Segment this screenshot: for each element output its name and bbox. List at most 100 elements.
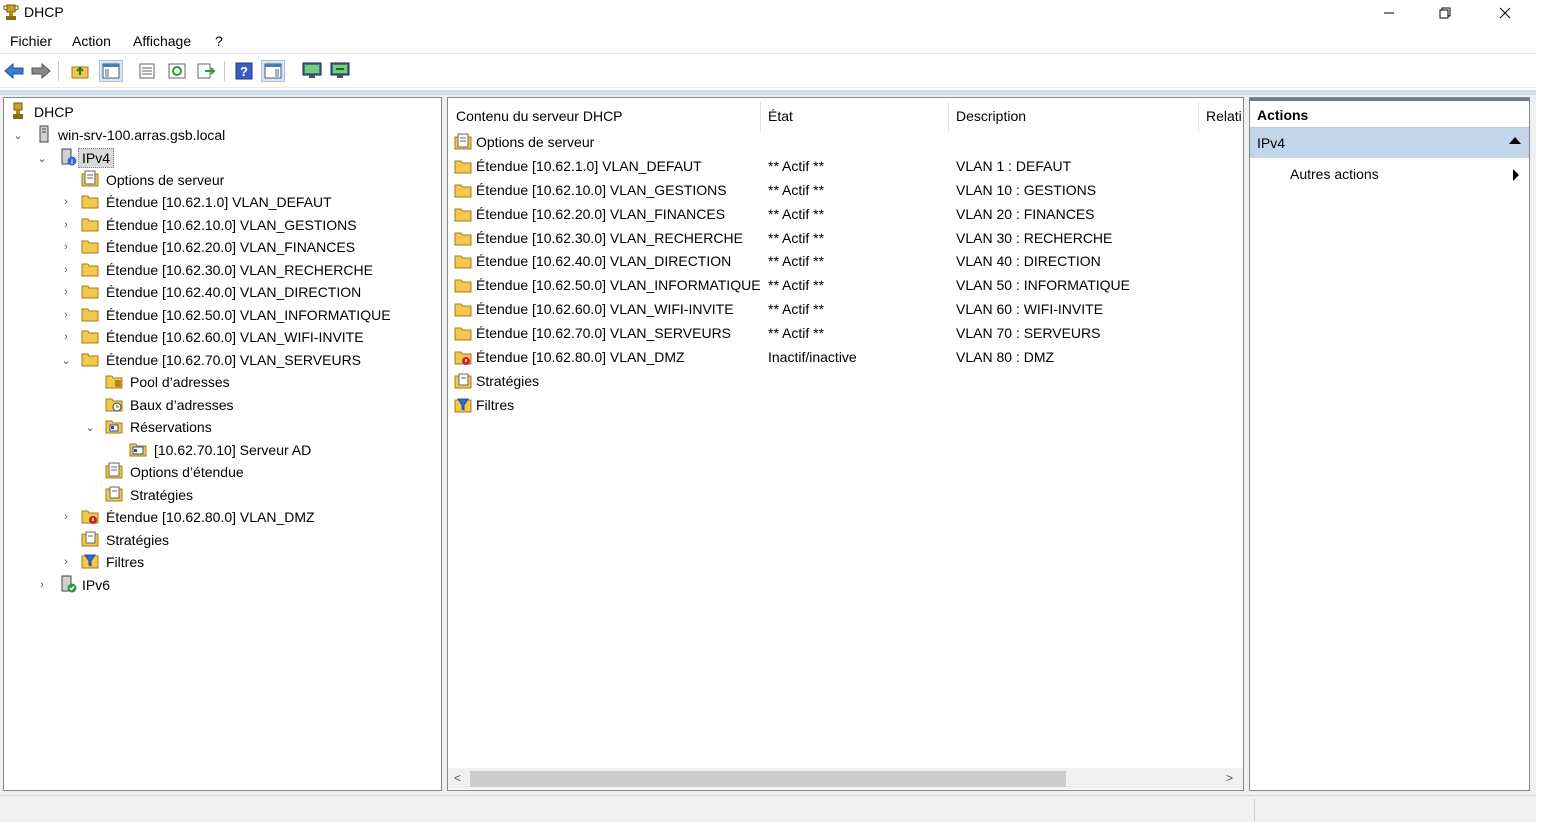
- up-folder-icon: [71, 66, 89, 79]
- tree-label: Étendue [10.62.80.0] VLAN_DMZ: [106, 509, 315, 525]
- tree-node-scope[interactable]: › Étendue [10.62.40.0] VLAN_DIRECTION: [4, 281, 434, 303]
- up-level-button[interactable]: [68, 60, 92, 82]
- properties-button[interactable]: [135, 60, 159, 82]
- cell-name: Étendue [10.62.80.0] VLAN_DMZ: [476, 349, 685, 365]
- tree-node-server-options[interactable]: Options de serveur: [4, 169, 434, 191]
- list-row[interactable]: Étendue [10.62.40.0] VLAN_DIRECTION ** A…: [448, 250, 1243, 273]
- column-header-content[interactable]: Contenu du serveur DHCP: [456, 108, 623, 124]
- column-header-state[interactable]: État: [768, 108, 793, 124]
- expand-chevron-icon[interactable]: ›: [60, 196, 72, 208]
- options-folder-icon: [81, 170, 99, 187]
- tree-label: Étendue [10.62.20.0] VLAN_FINANCES: [106, 239, 356, 255]
- list-row[interactable]: Étendue [10.62.70.0] VLAN_SERVEURS ** Ac…: [448, 322, 1243, 345]
- menu-action[interactable]: Action: [72, 33, 111, 49]
- export-list-button[interactable]: [194, 60, 218, 82]
- list-row[interactable]: Filtres: [448, 394, 1243, 417]
- cell-description: VLAN 20 : FINANCES: [956, 206, 1095, 222]
- expand-chevron-icon[interactable]: ›: [60, 309, 72, 321]
- collapse-chevron-icon[interactable]: ⌄: [60, 354, 72, 367]
- collapse-up-icon[interactable]: [1509, 137, 1521, 144]
- help-button[interactable]: ?: [232, 60, 256, 82]
- list-row[interactable]: Étendue [10.62.80.0] VLAN_DMZ Inactif/in…: [448, 346, 1243, 369]
- actions-item-more[interactable]: Autres actions: [1250, 161, 1529, 187]
- column-divider[interactable]: [948, 102, 949, 132]
- menu-affichage[interactable]: Affichage: [133, 33, 191, 49]
- console-tree[interactable]: DHCP ⌄ win-srv-100.arras.gsb.local ⌄ i I…: [3, 97, 442, 791]
- scroll-left-icon[interactable]: <: [454, 771, 461, 785]
- tree-node-scope[interactable]: › Étendue [10.62.20.0] VLAN_FINANCES: [4, 236, 434, 258]
- expand-chevron-icon[interactable]: ›: [60, 331, 72, 343]
- expand-chevron-icon[interactable]: ›: [60, 241, 72, 253]
- actions-section-ipv4[interactable]: IPv4: [1250, 128, 1529, 158]
- tree-node-scope[interactable]: › Étendue [10.62.60.0] VLAN_WIFI-INVITE: [4, 326, 434, 348]
- tree-node-scope[interactable]: › Étendue [10.62.50.0] VLAN_INFORMATIQUE: [4, 304, 434, 326]
- list-row[interactable]: Stratégies: [448, 370, 1243, 393]
- tree-node-scope[interactable]: › Étendue [10.62.30.0] VLAN_RECHERCHE: [4, 259, 434, 281]
- tree-node-scope-options[interactable]: Options d’étendue: [4, 461, 434, 483]
- restore-button[interactable]: [1422, 0, 1468, 26]
- list-row[interactable]: Étendue [10.62.50.0] VLAN_INFORMATIQUE *…: [448, 274, 1243, 297]
- list-row[interactable]: Étendue [10.62.60.0] VLAN_WIFI-INVITE **…: [448, 298, 1243, 321]
- authorize-server-button[interactable]: [328, 60, 352, 82]
- tree-node-address-leases[interactable]: Baux d’adresses: [4, 394, 434, 416]
- show-hide-tree-button[interactable]: [99, 60, 123, 82]
- ipv6-icon: [61, 575, 77, 593]
- list-row[interactable]: Étendue [10.62.20.0] VLAN_FINANCES ** Ac…: [448, 203, 1243, 226]
- actions-title: Actions: [1257, 107, 1309, 123]
- show-hide-action-pane-button[interactable]: [261, 60, 285, 82]
- expand-chevron-icon[interactable]: ›: [60, 556, 72, 568]
- server-monitor-button[interactable]: [300, 60, 324, 82]
- tree-label: Étendue [10.62.40.0] VLAN_DIRECTION: [106, 284, 362, 300]
- collapse-chevron-icon[interactable]: ⌄: [12, 129, 24, 142]
- back-button[interactable]: [2, 60, 26, 82]
- tree-node-policies[interactable]: Stratégies: [4, 529, 434, 551]
- column-divider[interactable]: [760, 102, 761, 132]
- horizontal-scrollbar[interactable]: < >: [448, 768, 1243, 789]
- tree-node-scope[interactable]: ⌄ Étendue [10.62.70.0] VLAN_SERVEURS: [4, 349, 434, 371]
- folder-icon: [454, 232, 472, 246]
- cell-description: VLAN 1 : DEFAUT: [956, 158, 1072, 174]
- tree-label: Réservations: [130, 419, 212, 435]
- list-row[interactable]: Étendue [10.62.10.0] VLAN_GESTIONS ** Ac…: [448, 179, 1243, 202]
- menu-bar: Fichier Action Affichage ?: [0, 28, 1536, 54]
- result-list[interactable]: Contenu du serveur DHCP État Description…: [447, 97, 1244, 791]
- expand-chevron-icon[interactable]: ›: [60, 511, 72, 523]
- expand-chevron-icon[interactable]: ›: [60, 264, 72, 276]
- tree-node-scope[interactable]: › Étendue [10.62.10.0] VLAN_GESTIONS: [4, 214, 434, 236]
- refresh-button[interactable]: [165, 60, 189, 82]
- tree-node-filters[interactable]: › Filtres: [4, 551, 434, 573]
- tree-node-ipv4[interactable]: ⌄ i IPv4: [4, 147, 434, 169]
- forward-button[interactable]: [29, 60, 53, 82]
- tree-node-ipv6[interactable]: › IPv6: [4, 574, 434, 596]
- menu-fichier[interactable]: Fichier: [10, 33, 52, 49]
- list-row[interactable]: Étendue [10.62.1.0] VLAN_DEFAUT ** Actif…: [448, 155, 1243, 178]
- column-divider[interactable]: [1198, 102, 1199, 132]
- minimize-button[interactable]: [1366, 0, 1412, 26]
- tree-node-scope[interactable]: › Étendue [10.62.1.0] VLAN_DEFAUT: [4, 191, 434, 213]
- expand-chevron-icon[interactable]: ›: [60, 286, 72, 298]
- expand-chevron-icon[interactable]: ›: [60, 219, 72, 231]
- folder-icon: [454, 327, 472, 341]
- collapse-chevron-icon[interactable]: ⌄: [36, 152, 48, 165]
- actions-item-label: Autres actions: [1290, 166, 1379, 182]
- expand-chevron-icon[interactable]: ›: [36, 579, 48, 591]
- menu-help[interactable]: ?: [215, 33, 223, 49]
- collapse-chevron-icon[interactable]: ⌄: [84, 421, 96, 434]
- tree-node-scope-dmz[interactable]: › Étendue [10.62.80.0] VLAN_DMZ: [4, 506, 434, 528]
- tree-node-reservations[interactable]: ⌄ Réservations: [4, 416, 434, 438]
- scrollbar-thumb[interactable]: [470, 771, 1066, 787]
- dhcp-trophy-icon: [3, 4, 19, 20]
- tree-node-server[interactable]: ⌄ win-srv-100.arras.gsb.local: [4, 124, 434, 146]
- tree-node-scope-policies[interactable]: Stratégies: [4, 484, 434, 506]
- tree-label: Étendue [10.62.10.0] VLAN_GESTIONS: [106, 217, 357, 233]
- tree-node-dhcp[interactable]: DHCP: [4, 101, 434, 123]
- list-row[interactable]: Étendue [10.62.30.0] VLAN_RECHERCHE ** A…: [448, 227, 1243, 250]
- tree-node-address-pool[interactable]: Pool d’adresses: [4, 371, 434, 393]
- scroll-right-icon[interactable]: >: [1226, 771, 1233, 785]
- close-button[interactable]: [1482, 0, 1528, 26]
- column-header-relation[interactable]: Relati: [1206, 108, 1242, 124]
- tree-node-reservation-item[interactable]: [10.62.70.10] Serveur AD: [4, 439, 434, 461]
- column-header-description[interactable]: Description: [956, 108, 1026, 124]
- folder-icon: [81, 218, 99, 232]
- list-row[interactable]: Options de serveur: [448, 131, 1243, 154]
